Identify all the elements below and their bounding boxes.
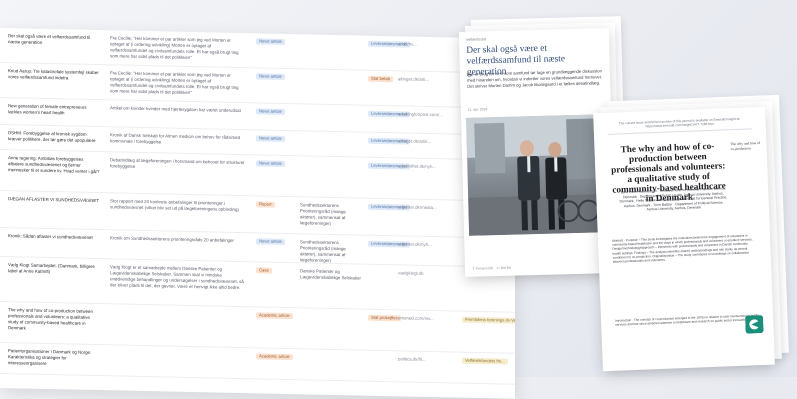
type-badge: News article — [256, 238, 285, 245]
article-footer-right[interactable]: Del lidt — [501, 266, 511, 270]
article-kicker: Velfærdsstat — [465, 37, 487, 42]
row-organisation: Danske Patienter og Lægevidenskabelige S… — [300, 268, 362, 281]
row-organisation — [300, 354, 362, 355]
category-badge: Stat beløb — [368, 75, 394, 83]
type-badge: News article — [256, 108, 285, 115]
article-lead: Der er brug for at vi som samfund tør ta… — [466, 68, 603, 89]
row-url: washingtonpost.com/... — [398, 111, 443, 118]
row-url: altinget.dk/arti... — [398, 76, 429, 82]
share-icon[interactable]: ⇪ — [472, 267, 475, 271]
row-title: The why and how of co-production between… — [8, 307, 93, 331]
row-title: Der skal også være et velfærdssamfund ti… — [8, 33, 91, 45]
row-organisation: Sundhedssektorens Prioriteringsråd (mang… — [300, 239, 346, 264]
row-note: Kronik om Sundhedssektorens prioritering… — [110, 235, 234, 243]
type-badge: Academic article — [256, 353, 293, 361]
project-badge: Fremtidens forenings dv Velfærdsfundets … — [462, 316, 515, 325]
row-note: Fra Cecilie: "Her kommer et par artikler… — [110, 70, 239, 96]
article-date: 11. apr. 2024 — [467, 107, 488, 112]
row-organisation: Sundhedssektorens Prioriteringsråd (mang… — [300, 202, 346, 227]
row-url: dr.dk/nv... — [398, 41, 417, 47]
row-note: Artikel om kvinder kvinder med hjertesyg… — [110, 105, 241, 114]
article-footer-left[interactable]: Fornem lidt — [476, 266, 493, 270]
row-title: DÆGAN AFLASTER VI SUNDHEDSVÆSNET — [8, 196, 100, 204]
type-badge: News article — [256, 160, 285, 167]
academic-paper-preview[interactable]: The current issue and full text archive … — [593, 106, 775, 372]
row-note — [110, 350, 246, 353]
row-title: Patientorganisationer i Danmark og Norge… — [8, 348, 92, 367]
bookmark-icon[interactable]: ▭ — [497, 266, 500, 270]
paper-authors: Lene Ozzel Rasmussen · Research Unit for… — [619, 186, 728, 212]
row-organisation — [300, 313, 362, 314]
category-badge: Stat prokejffes — [368, 314, 401, 322]
row-url: vaelgklogt.dk — [398, 270, 424, 276]
journal-logo-icon — [745, 315, 764, 334]
row-note: Stor rapport med 20 konkrete anbefalinge… — [110, 198, 239, 213]
row-url: politica.dk/fil... — [398, 356, 426, 362]
row-organisation — [300, 74, 362, 75]
type-badge: Academic article — [256, 312, 293, 320]
article-photo — [466, 114, 610, 236]
paper-running-head: The why and how of co-production — [730, 141, 761, 151]
paper-introduction: Introduction · The concept of co-product… — [615, 313, 759, 327]
paper-abstract: Abstract · Purpose – This study investig… — [611, 233, 753, 264]
row-note: Debatindlæg af lægeforeningen i horsmand… — [110, 157, 245, 169]
row-organisation — [300, 39, 362, 40]
type-badge: Report — [256, 201, 275, 208]
row-note: Fra Cecilie: "Her kommer et par artikler… — [110, 35, 239, 61]
row-url: emerald.com/ins... — [398, 315, 434, 322]
type-badge: News article — [256, 135, 285, 142]
row-url: regioner.dk/media... — [398, 204, 437, 211]
type-badge: Case — [256, 267, 272, 274]
row-url: ugeskriftet.dk/nyh... — [398, 163, 437, 170]
row-url: regioner.dk/nyh... — [398, 241, 432, 248]
type-badge: News article — [256, 73, 285, 80]
article-preview-card[interactable]: Velfærdsstat Der skal også være et velfæ… — [458, 28, 616, 277]
row-title: Anne regering: Ambitiøs forebyggelses af… — [8, 155, 100, 175]
row-organisation — [300, 161, 362, 162]
spreadsheet-table: Der skal også være et velfærdssamfund ti… — [0, 28, 515, 399]
row-organisation — [300, 109, 362, 110]
project-badge: Velfærdsfundets fre... — [462, 357, 508, 365]
row-title: Vælg Klogt Samarbejdet. (Danmark, billig… — [8, 262, 95, 275]
type-badge: News article — [256, 38, 285, 45]
row-note — [110, 309, 246, 312]
row-title: DSHM: Forebyggelse af kronisk sygdom kræ… — [8, 130, 96, 144]
row-title: Kronik: Sådan aflaster vi sundhedsvæsene… — [8, 233, 93, 240]
street-photo-illustration — [466, 114, 610, 236]
row-organisation — [300, 136, 362, 137]
row-note: Kronik af Dansk Selskab for Almen medici… — [110, 132, 241, 145]
row-title: New generation of female entrepreneurs t… — [8, 103, 87, 116]
row-url: altinget.dk/artik... — [398, 138, 432, 145]
article-footer: ⇪ Fornem lidt ▭ Del lidt — [472, 263, 608, 271]
paper-journal-note: The current issue and full text archive … — [607, 116, 752, 135]
row-title: Knud Aarup: Tre katastrofale systemfejl … — [8, 68, 99, 81]
row-note: Vælg Klogt er et samarbejde mellem Dansk… — [110, 264, 244, 291]
